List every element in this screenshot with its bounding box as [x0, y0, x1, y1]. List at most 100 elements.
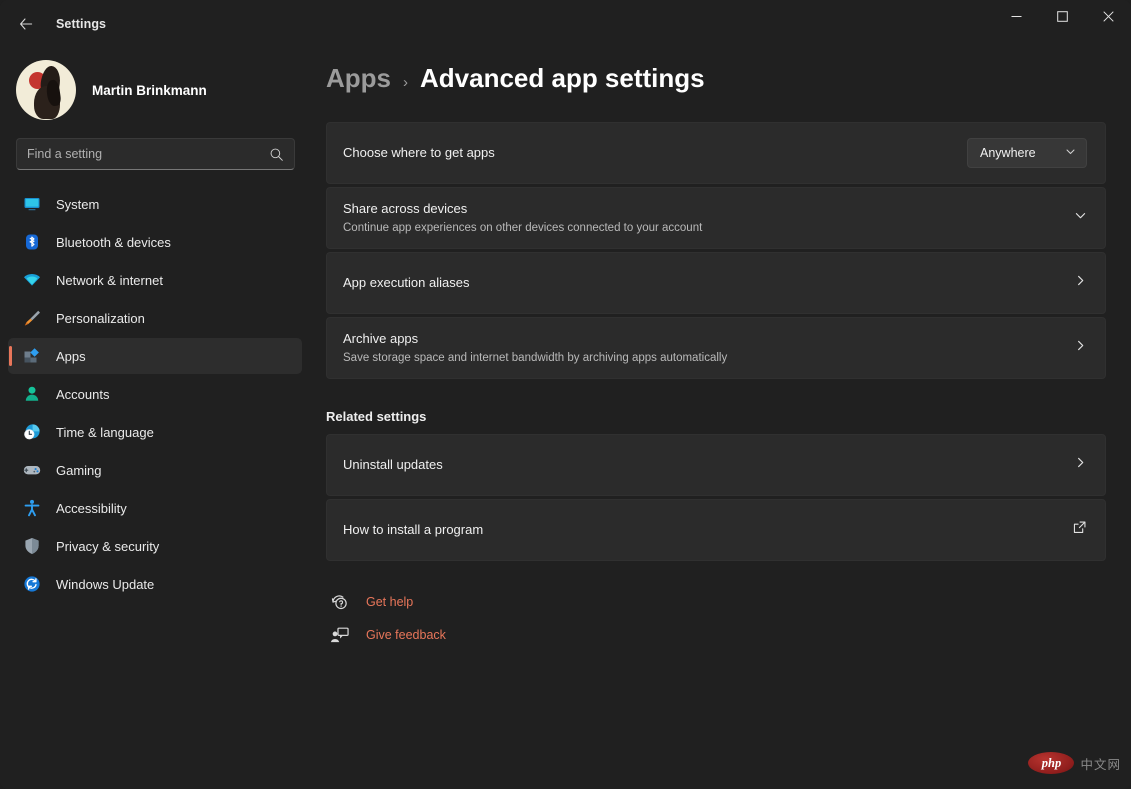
card-title: How to install a program [343, 522, 484, 538]
navigate-chevron[interactable] [1074, 339, 1087, 357]
sidebar-item-system[interactable]: System [8, 186, 302, 222]
back-arrow-icon [20, 18, 33, 30]
breadcrumb-separator-icon: › [403, 74, 408, 91]
sidebar-item-label: Windows Update [56, 576, 155, 592]
card-share-across-devices[interactable]: Share across devices Continue app experi… [326, 187, 1106, 249]
card-archive-apps[interactable]: Archive apps Save storage space and inte… [326, 317, 1106, 379]
footer-links: Get help Give feedback [328, 587, 1131, 650]
get-help-link[interactable]: Get help [328, 587, 413, 617]
chevron-right-icon [1074, 456, 1087, 474]
sidebar-item-label: Gaming [56, 462, 102, 478]
card-title: App execution aliases [343, 275, 470, 291]
sidebar-item-windows-update[interactable]: Windows Update [8, 566, 302, 602]
clock-globe-icon [22, 422, 42, 442]
card-text-group: Choose where to get apps [343, 144, 967, 162]
maximize-icon [1056, 11, 1068, 22]
card-text-group: How to install a program [343, 521, 1072, 539]
card-title: Uninstall updates [343, 457, 443, 473]
search-input[interactable] [27, 147, 269, 161]
card-control: Anywhere [967, 138, 1087, 168]
sidebar-nav: System Bluetooth & devices Network & int… [0, 186, 310, 602]
sidebar-item-label: Apps [56, 348, 86, 364]
watermark: php 中文网 [1028, 752, 1121, 774]
card-subtitle: Continue app experiences on other device… [343, 221, 703, 234]
apps-icon [22, 346, 42, 366]
person-icon [22, 384, 42, 404]
sidebar-item-label: System [56, 196, 100, 212]
card-how-to-install-a-program[interactable]: How to install a program [326, 499, 1106, 561]
sidebar-item-privacy-security[interactable]: Privacy & security [8, 528, 302, 564]
avatar [16, 60, 76, 120]
gamepad-icon [22, 460, 42, 480]
sidebar-item-bluetooth-devices[interactable]: Bluetooth & devices [8, 224, 302, 260]
settings-card-list: Choose where to get apps Anywhere Share … [326, 122, 1106, 379]
sidebar-item-apps[interactable]: Apps [8, 338, 302, 374]
help-icon [328, 591, 350, 613]
give-feedback-link[interactable]: Give feedback [328, 620, 446, 650]
sidebar-item-label: Bluetooth & devices [56, 234, 171, 250]
sidebar-item-time-language[interactable]: Time & language [8, 414, 302, 450]
card-text-group: App execution aliases [343, 274, 1074, 292]
related-settings-heading: Related settings [326, 409, 427, 424]
navigate-chevron[interactable] [1074, 274, 1087, 292]
external-link-icon [1072, 520, 1087, 540]
search-icon[interactable] [269, 147, 284, 162]
sidebar-item-label: Network & internet [56, 272, 163, 288]
settings-window: Settings Martin Brinkmann Find a setting… [0, 0, 1131, 789]
navigate-chevron[interactable] [1074, 456, 1087, 474]
sidebar-item-label: Time & language [56, 424, 154, 440]
chevron-right-icon [1074, 339, 1087, 357]
accessibility-icon [22, 498, 42, 518]
back-button[interactable] [10, 8, 42, 40]
watermark-logo: php [1028, 752, 1075, 774]
close-button[interactable] [1085, 0, 1131, 33]
minimize-icon [1011, 16, 1021, 17]
card-text-group: Archive apps Save storage space and inte… [343, 330, 1074, 366]
footer-link-label: Get help [366, 595, 414, 609]
monitor-icon [22, 194, 42, 214]
expander-chevron[interactable] [1074, 209, 1087, 227]
card-title: Archive apps [343, 330, 419, 346]
card-uninstall-updates[interactable]: Uninstall updates [326, 434, 1106, 496]
feedback-icon [328, 624, 350, 646]
footer-link-label: Give feedback [366, 628, 446, 642]
maximize-button[interactable] [1039, 0, 1085, 33]
breadcrumb: Apps › Advanced app settings [326, 63, 1131, 94]
chevron-down-icon [1065, 144, 1076, 162]
external-link-control[interactable] [1072, 520, 1087, 540]
dropdown-value: Anywhere [980, 146, 1036, 160]
related-settings-card-list: Uninstall updates How to install a progr… [326, 434, 1106, 561]
card-title: Share across devices [343, 200, 468, 216]
card-choose-where-to-get-apps[interactable]: Choose where to get apps Anywhere [326, 122, 1106, 184]
sidebar-item-accessibility[interactable]: Accessibility [8, 490, 302, 526]
bluetooth-icon [22, 232, 42, 252]
window-title: Settings [56, 17, 107, 31]
update-icon [22, 574, 42, 594]
chevron-down-icon [1074, 209, 1087, 227]
sidebar-item-personalization[interactable]: Personalization [8, 300, 302, 336]
sidebar-item-accounts[interactable]: Accounts [8, 376, 302, 412]
sidebar: Martin Brinkmann System [0, 48, 310, 789]
get-apps-dropdown[interactable]: Anywhere [967, 138, 1087, 168]
page-title: Advanced app settings [420, 63, 705, 93]
breadcrumb-parent-apps[interactable]: Apps [326, 63, 391, 94]
sidebar-item-label: Privacy & security [56, 538, 160, 554]
sidebar-item-label: Personalization [56, 310, 145, 326]
sidebar-item-network-internet[interactable]: Network & internet [8, 262, 302, 298]
window-controls [993, 0, 1131, 48]
paintbrush-icon [22, 308, 42, 328]
search-box[interactable] [16, 138, 295, 170]
chevron-right-icon [1074, 274, 1087, 292]
card-app-execution-aliases[interactable]: App execution aliases [326, 252, 1106, 314]
minimize-button[interactable] [993, 0, 1039, 33]
wifi-icon [22, 270, 42, 290]
watermark-text: 中文网 [1080, 757, 1121, 772]
sidebar-item-gaming[interactable]: Gaming [8, 452, 302, 488]
sidebar-item-label: Accounts [56, 386, 110, 402]
close-icon [1102, 11, 1114, 22]
profile-section[interactable]: Martin Brinkmann [16, 58, 310, 122]
title-bar: Settings [0, 0, 1131, 48]
sidebar-item-label: Accessibility [56, 500, 127, 516]
card-title: Choose where to get apps [343, 145, 495, 161]
profile-name: Martin Brinkmann [92, 82, 207, 98]
